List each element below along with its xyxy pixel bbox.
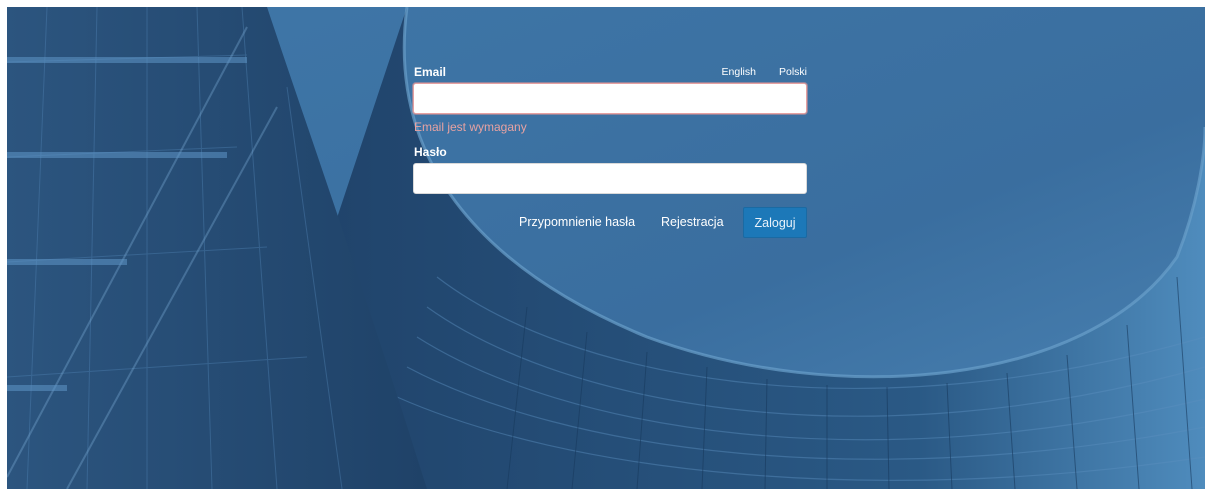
language-english-link[interactable]: English <box>722 66 756 78</box>
email-label: Email <box>414 65 447 79</box>
login-page: Email English Polski Email jest wymagany… <box>7 7 1205 489</box>
email-error-message: Email jest wymagany <box>414 120 527 134</box>
language-polski-link[interactable]: Polski <box>779 66 807 78</box>
password-label: Hasło <box>414 145 447 159</box>
password-input[interactable] <box>413 163 807 194</box>
login-form: Email English Polski Email jest wymagany… <box>413 65 807 239</box>
register-link[interactable]: Rejestracja <box>661 215 724 229</box>
email-input[interactable] <box>413 83 807 114</box>
login-button[interactable]: Zaloguj <box>743 207 807 238</box>
form-actions: Przypomnienie hasła Rejestracja Zaloguj <box>413 207 807 239</box>
remind-password-link[interactable]: Przypomnienie hasła <box>519 215 635 229</box>
